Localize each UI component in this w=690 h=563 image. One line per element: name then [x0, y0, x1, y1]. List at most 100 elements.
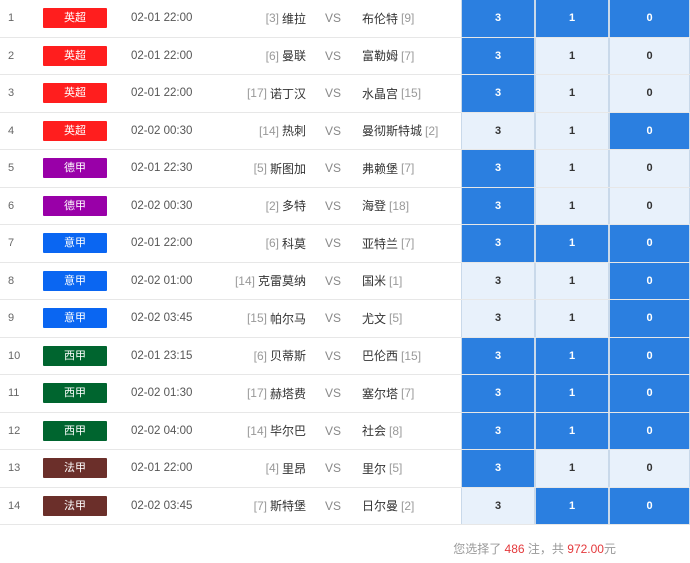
league-cell: 意甲: [43, 263, 107, 300]
odds-lose-button[interactable]: 0: [609, 187, 690, 224]
match-row: 13 法甲 02-01 22:00 [4] 里昂 VS 里尔 [5] 3 1 0: [0, 450, 690, 488]
odds-draw-button[interactable]: 1: [535, 0, 609, 37]
home-team: [14] 毕尔巴: [210, 413, 306, 450]
league-badge: 法甲: [43, 495, 107, 516]
odds-win-button[interactable]: 3: [461, 37, 535, 74]
away-rank: [7]: [401, 386, 415, 401]
odds-lose-button[interactable]: 0: [609, 300, 690, 337]
home-rank: [17]: [246, 86, 267, 101]
home-rank: [14]: [246, 423, 267, 438]
match-row: 8 意甲 02-02 01:00 [14] 克雷莫纳 VS 国米 [1] 3 1 0: [0, 262, 690, 300]
vs-label: VS: [324, 86, 341, 101]
odds-draw-button[interactable]: 1: [535, 37, 609, 74]
odds-lose-button[interactable]: 0: [609, 450, 690, 487]
odds-draw-button[interactable]: 1: [535, 75, 609, 112]
odds-draw-button[interactable]: 1: [535, 450, 609, 487]
odds-draw-button[interactable]: 1: [535, 150, 609, 187]
match-time: 02-02 01:30: [131, 387, 193, 400]
odds-win-button[interactable]: 3: [461, 337, 535, 374]
home-team-name: 里昂: [281, 461, 306, 476]
odds-win-button[interactable]: 3: [461, 375, 535, 412]
home-team: [17] 诺丁汉: [210, 75, 306, 112]
odds-win-button[interactable]: 3: [461, 187, 535, 224]
odds-lose-button[interactable]: 0: [609, 225, 690, 262]
odds-draw-button[interactable]: 1: [535, 300, 609, 337]
away-rank: [1]: [389, 273, 403, 288]
match-row: 9 意甲 02-02 03:45 [15] 帕尔马 VS 尤文 [5] 3 1 0: [0, 300, 690, 338]
odds-draw-button[interactable]: 1: [535, 187, 609, 224]
odds-draw-button[interactable]: 1: [535, 262, 609, 299]
home-team: [6] 曼联: [210, 38, 306, 75]
league-badge: 英超: [43, 83, 107, 104]
away-team: 海登 [18]: [362, 188, 460, 225]
row-number: 3: [8, 87, 15, 100]
home-team: [6] 贝蒂斯: [210, 338, 306, 375]
home-team: [14] 克雷莫纳: [210, 263, 306, 300]
league-cell: 英超: [43, 0, 107, 37]
odds-draw-button[interactable]: 1: [535, 412, 609, 449]
odds-win-button[interactable]: 3: [461, 412, 535, 449]
row-number: 5: [8, 162, 15, 175]
away-rank: [18]: [389, 198, 410, 213]
away-rank: [7]: [401, 236, 415, 251]
odds-win-button[interactable]: 3: [461, 300, 535, 337]
odds-win-button[interactable]: 3: [461, 112, 535, 149]
league-badge: 法甲: [43, 458, 107, 479]
away-team: 水晶宫 [15]: [362, 75, 460, 112]
away-rank: [15]: [401, 348, 422, 363]
match-time: 02-01 22:00: [131, 49, 193, 62]
match-time: 02-02 00:30: [131, 199, 193, 212]
vs-label: VS: [324, 311, 341, 326]
match-time: 02-02 03:45: [131, 312, 193, 325]
away-rank: [9]: [401, 11, 415, 26]
row-number: 14: [8, 499, 21, 512]
vs-label: VS: [324, 423, 341, 438]
match-row: 3 英超 02-01 22:00 [17] 诺丁汉 VS 水晶宫 [15] 3 1 0: [0, 75, 690, 113]
league-cell: 西甲: [43, 413, 107, 450]
odds-win-button[interactable]: 3: [461, 75, 535, 112]
league-badge: 西甲: [43, 345, 107, 366]
home-rank: [6]: [265, 236, 279, 251]
odds-win-button[interactable]: 3: [461, 262, 535, 299]
odds-lose-button[interactable]: 0: [609, 412, 690, 449]
vs-label: VS: [324, 11, 341, 26]
odds-win-button[interactable]: 3: [461, 487, 535, 524]
odds-lose-button[interactable]: 0: [609, 112, 690, 149]
vs-label: VS: [324, 161, 341, 176]
away-team-name: 国米: [362, 274, 387, 289]
odds-lose-button[interactable]: 0: [609, 150, 690, 187]
odds-win-button[interactable]: 3: [461, 0, 535, 37]
match-list: 1 英超 02-01 22:00 [3] 维拉 VS 布伦特 [9] 3 1 0 2 英超 02-01 2…: [0, 0, 690, 525]
odds-draw-button[interactable]: 1: [535, 337, 609, 374]
row-number: 6: [8, 199, 15, 212]
league-badge: 西甲: [43, 383, 107, 404]
odds-lose-button[interactable]: 0: [609, 0, 690, 37]
match-row: 14 法甲 02-02 03:45 [7] 斯特堡 VS 日尔曼 [2] 3 1 0: [0, 487, 690, 525]
odds-draw-button[interactable]: 1: [535, 375, 609, 412]
match-row: 12 西甲 02-02 04:00 [14] 毕尔巴 VS 社会 [8] 3 1 0: [0, 412, 690, 450]
match-row: 4 英超 02-02 00:30 [14] 热刺 VS 曼彻斯特城 [2] 3 1 0: [0, 112, 690, 150]
odds-draw-button[interactable]: 1: [535, 487, 609, 524]
odds-draw-button[interactable]: 1: [535, 225, 609, 262]
total-amount: 972.00: [567, 542, 604, 556]
odds-lose-button[interactable]: 0: [609, 37, 690, 74]
odds-lose-button[interactable]: 0: [609, 75, 690, 112]
match-time: 02-01 23:15: [131, 349, 193, 362]
home-team: [3] 维拉: [210, 0, 306, 37]
odds-lose-button[interactable]: 0: [609, 262, 690, 299]
odds-win-button[interactable]: 3: [461, 225, 535, 262]
selection-summary: 您选择了 486 注，共 972.00元: [453, 540, 616, 557]
away-team-name: 尤文: [362, 311, 387, 326]
odds-win-button[interactable]: 3: [461, 450, 535, 487]
home-rank: [6]: [265, 48, 279, 63]
odds-lose-button[interactable]: 0: [609, 375, 690, 412]
row-number: 4: [8, 124, 15, 137]
away-rank: [7]: [401, 161, 415, 176]
odds-draw-button[interactable]: 1: [535, 112, 609, 149]
odds-lose-button[interactable]: 0: [609, 487, 690, 524]
vs-label: VS: [324, 348, 341, 363]
odds-win-button[interactable]: 3: [461, 150, 535, 187]
away-team-name: 亚特兰: [362, 236, 399, 251]
odds-lose-button[interactable]: 0: [609, 337, 690, 374]
vs-label: VS: [324, 123, 341, 138]
